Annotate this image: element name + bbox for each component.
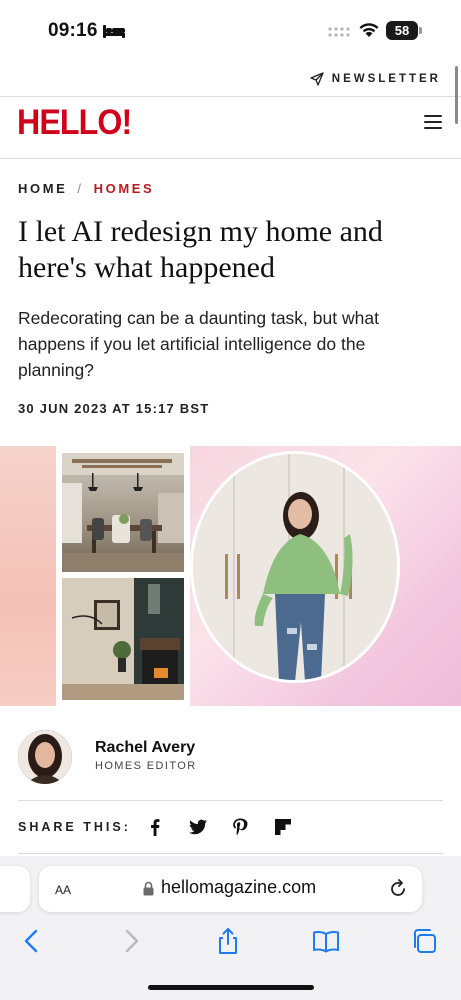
cellular-signal-icon [328,27,350,37]
lock-icon [143,881,154,896]
site-logo[interactable]: HELLO! [17,103,132,143]
author-role: HOMES EDITOR [95,760,197,772]
back-arrow-icon[interactable] [18,927,46,955]
divider [0,158,461,159]
aa-label: AA [55,883,72,897]
article-headline: I let AI redesign my home and here's wha… [18,215,383,284]
divider [18,853,443,854]
hero-pink-panel [0,446,56,706]
reload-icon[interactable] [388,879,408,899]
facebook-icon[interactable] [145,817,165,837]
reader-options-button[interactable]: AA [55,879,71,899]
author-portrait-photo [190,451,400,683]
divider [0,96,461,97]
flipboard-icon[interactable] [273,817,293,837]
wifi-icon [359,23,379,37]
newsletter-label: NEWSLETTER [331,73,441,85]
status-bar: 09:16 58 [0,0,461,62]
url-text[interactable]: hellomagazine.com [161,877,316,898]
dining-room-photo [62,453,184,572]
tabs-icon[interactable] [410,927,438,955]
newsletter-link[interactable]: NEWSLETTER [310,68,441,90]
breadcrumb-home-link[interactable]: HOME [18,181,67,196]
author-name[interactable]: Rachel Avery [95,739,195,757]
article-standfirst: Redecorating can be a daunting task, but… [18,308,379,380]
hero-image[interactable] [0,446,461,706]
breadcrumb: HOME / HOMES [18,181,154,196]
share-label: SHARE THIS: [18,820,131,834]
living-room-photo [62,578,184,700]
twitter-icon[interactable] [188,817,208,837]
scrollbar[interactable] [455,66,458,124]
pinterest-icon[interactable] [230,817,250,837]
home-indicator[interactable] [148,985,314,990]
forward-arrow-icon[interactable] [117,927,145,955]
share-icon[interactable] [214,927,242,955]
divider [18,800,443,801]
battery-nub [419,27,422,34]
battery-level: 58 [386,21,418,40]
bed-icon [103,25,125,38]
battery-icon: 58 [386,21,422,40]
breadcrumb-section-link[interactable]: HOMES [94,181,155,196]
menu-icon[interactable] [424,114,444,130]
previous-tab-preview[interactable] [0,866,30,912]
status-time: 09:16 [48,20,98,41]
send-icon [310,72,324,86]
breadcrumb-separator: / [77,181,84,196]
bookmarks-icon[interactable] [312,927,340,955]
article-date: 30 JUN 2023 AT 15:17 BST [18,401,210,416]
author-avatar[interactable] [18,730,72,784]
